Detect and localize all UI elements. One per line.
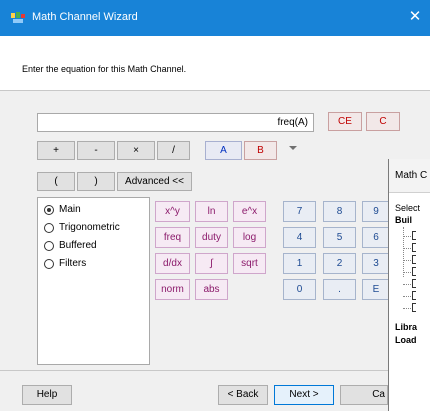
tree-item[interactable] [403, 291, 430, 301]
key-3-button[interactable]: 3 [362, 253, 390, 274]
abs-button[interactable]: abs [195, 279, 228, 300]
loaded-group-label[interactable]: Load [395, 335, 417, 345]
function-category-list: Main Trigonometric Buffered Filters [37, 197, 150, 365]
power-button[interactable]: x^y [155, 201, 190, 222]
exp-button[interactable]: e^x [233, 201, 266, 222]
key-2-button[interactable]: 2 [323, 253, 356, 274]
channel-a-button[interactable]: A [205, 141, 242, 160]
title-bar: Math Channel Wizard ✕ [0, 0, 430, 36]
key-8-button[interactable]: 8 [323, 201, 356, 222]
app-icon [11, 12, 25, 23]
equation-input[interactable]: freq(A) [37, 113, 314, 132]
close-icon[interactable]: ✕ [404, 6, 426, 28]
sub-window-title: Math C [389, 159, 430, 193]
tree-item[interactable] [403, 303, 430, 313]
cancel-button[interactable]: Ca [340, 385, 388, 405]
channel-dropdown-arrow-icon[interactable] [287, 143, 299, 153]
tree-item[interactable] [403, 255, 430, 265]
duty-button[interactable]: duty [195, 227, 228, 248]
select-label: Select [395, 203, 421, 213]
tree-item[interactable] [403, 231, 430, 241]
close-paren-button[interactable]: ) [77, 172, 115, 191]
key-9-button[interactable]: 9 [362, 201, 390, 222]
tree-item[interactable] [403, 279, 430, 289]
window-title: Math Channel Wizard [32, 11, 138, 23]
integral-button[interactable]: ∫ [195, 253, 228, 274]
multiply-button[interactable]: × [117, 141, 155, 160]
help-button[interactable]: Help [22, 385, 72, 405]
clear-button[interactable]: C [366, 112, 400, 131]
advanced-toggle-button[interactable]: Advanced << [117, 172, 192, 191]
derivative-button[interactable]: d/dx [155, 253, 190, 274]
key-exponent-button[interactable]: E [362, 279, 390, 300]
next-button[interactable]: Next > [274, 385, 334, 405]
header-panel: Enter the equation for this Math Channel… [0, 36, 430, 91]
minus-button[interactable]: - [77, 141, 115, 160]
key-7-button[interactable]: 7 [283, 201, 316, 222]
key-5-button[interactable]: 5 [323, 227, 356, 248]
radio-icon [44, 259, 54, 269]
key-decimal-button[interactable]: . [323, 279, 356, 300]
key-0-button[interactable]: 0 [283, 279, 316, 300]
library-group-label[interactable]: Libra [395, 322, 417, 332]
key-1-button[interactable]: 1 [283, 253, 316, 274]
plus-button[interactable]: + [37, 141, 75, 160]
ln-button[interactable]: ln [195, 201, 228, 222]
instruction-text: Enter the equation for this Math Channel… [22, 64, 187, 74]
builtin-group-label[interactable]: Buil [395, 215, 412, 225]
math-channel-library-window: Math C Select Buil Libra Load [388, 159, 430, 411]
tree-item[interactable] [403, 267, 430, 277]
tree-item[interactable] [403, 243, 430, 253]
divide-button[interactable]: / [157, 141, 190, 160]
norm-button[interactable]: norm [155, 279, 190, 300]
log-button[interactable]: log [233, 227, 266, 248]
open-paren-button[interactable]: ( [37, 172, 75, 191]
radio-icon [44, 241, 54, 251]
key-4-button[interactable]: 4 [283, 227, 316, 248]
clear-entry-button[interactable]: CE [328, 112, 362, 131]
radio-selected-icon [44, 205, 54, 215]
key-6-button[interactable]: 6 [362, 227, 390, 248]
radio-icon [44, 223, 54, 233]
sqrt-button[interactable]: sqrt [233, 253, 266, 274]
back-button[interactable]: < Back [218, 385, 268, 405]
channel-b-button[interactable]: B [244, 141, 277, 160]
freq-button[interactable]: freq [155, 227, 190, 248]
footer-separator [0, 370, 430, 371]
